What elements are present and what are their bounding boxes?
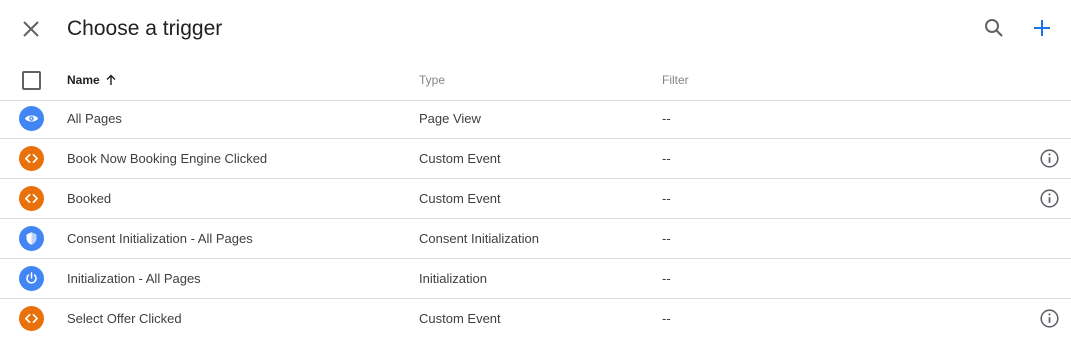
code-icon bbox=[19, 306, 44, 331]
table-row[interactable]: Initialization - All Pages Initialization… bbox=[0, 259, 1071, 299]
trigger-name: Booked bbox=[67, 191, 112, 206]
code-icon bbox=[19, 146, 44, 171]
table-header: Name Type Filter bbox=[0, 60, 1071, 101]
type-column-header: Type bbox=[419, 73, 446, 87]
trigger-name: All Pages bbox=[67, 111, 122, 126]
table-row[interactable]: Consent Initialization - All Pages Consen… bbox=[0, 219, 1071, 259]
select-all-checkbox[interactable] bbox=[22, 71, 41, 90]
trigger-name: Book Now Booking Engine Clicked bbox=[67, 151, 268, 166]
page-title: Choose a trigger bbox=[67, 17, 223, 40]
table-row[interactable]: All Pages Page View -- bbox=[0, 99, 1071, 139]
trigger-filter: -- bbox=[662, 231, 671, 246]
trigger-type: Custom Event bbox=[419, 191, 501, 206]
trigger-type: Custom Event bbox=[419, 311, 501, 326]
trigger-name: Select Offer Clicked bbox=[67, 311, 182, 326]
trigger-type: Page View bbox=[419, 111, 481, 126]
power-icon bbox=[19, 266, 44, 291]
trigger-filter: -- bbox=[662, 311, 671, 326]
dialog-header: Choose a trigger bbox=[0, 0, 1071, 58]
eye-icon bbox=[19, 106, 44, 131]
trigger-type: Initialization bbox=[419, 271, 487, 286]
shield-icon bbox=[19, 226, 44, 251]
table-row[interactable]: Book Now Booking Engine Clicked Custom Ev… bbox=[0, 139, 1071, 179]
trigger-filter: -- bbox=[662, 111, 671, 126]
trigger-type: Custom Event bbox=[419, 151, 501, 166]
name-column-header[interactable]: Name bbox=[67, 73, 117, 87]
search-icon[interactable] bbox=[982, 16, 1006, 40]
trigger-filter: -- bbox=[662, 151, 671, 166]
trigger-name: Initialization - All Pages bbox=[67, 271, 201, 286]
info-icon[interactable] bbox=[1039, 308, 1060, 329]
add-icon[interactable] bbox=[1030, 16, 1054, 40]
trigger-name: Consent Initialization - All Pages bbox=[67, 231, 253, 246]
close-icon[interactable] bbox=[19, 17, 43, 41]
trigger-filter: -- bbox=[662, 191, 671, 206]
table-row[interactable]: Booked Custom Event -- bbox=[0, 179, 1071, 219]
trigger-type: Consent Initialization bbox=[419, 231, 539, 246]
info-icon[interactable] bbox=[1039, 188, 1060, 209]
code-icon bbox=[19, 186, 44, 211]
sort-ascending-icon bbox=[106, 74, 116, 85]
name-column-label: Name bbox=[67, 73, 100, 87]
trigger-list: All Pages Page View -- Book Now Booking Eng… bbox=[0, 99, 1071, 338]
table-row[interactable]: Select Offer Clicked Custom Event -- bbox=[0, 299, 1071, 338]
trigger-filter: -- bbox=[662, 271, 671, 286]
filter-column-header: Filter bbox=[662, 73, 689, 87]
info-icon[interactable] bbox=[1039, 148, 1060, 169]
